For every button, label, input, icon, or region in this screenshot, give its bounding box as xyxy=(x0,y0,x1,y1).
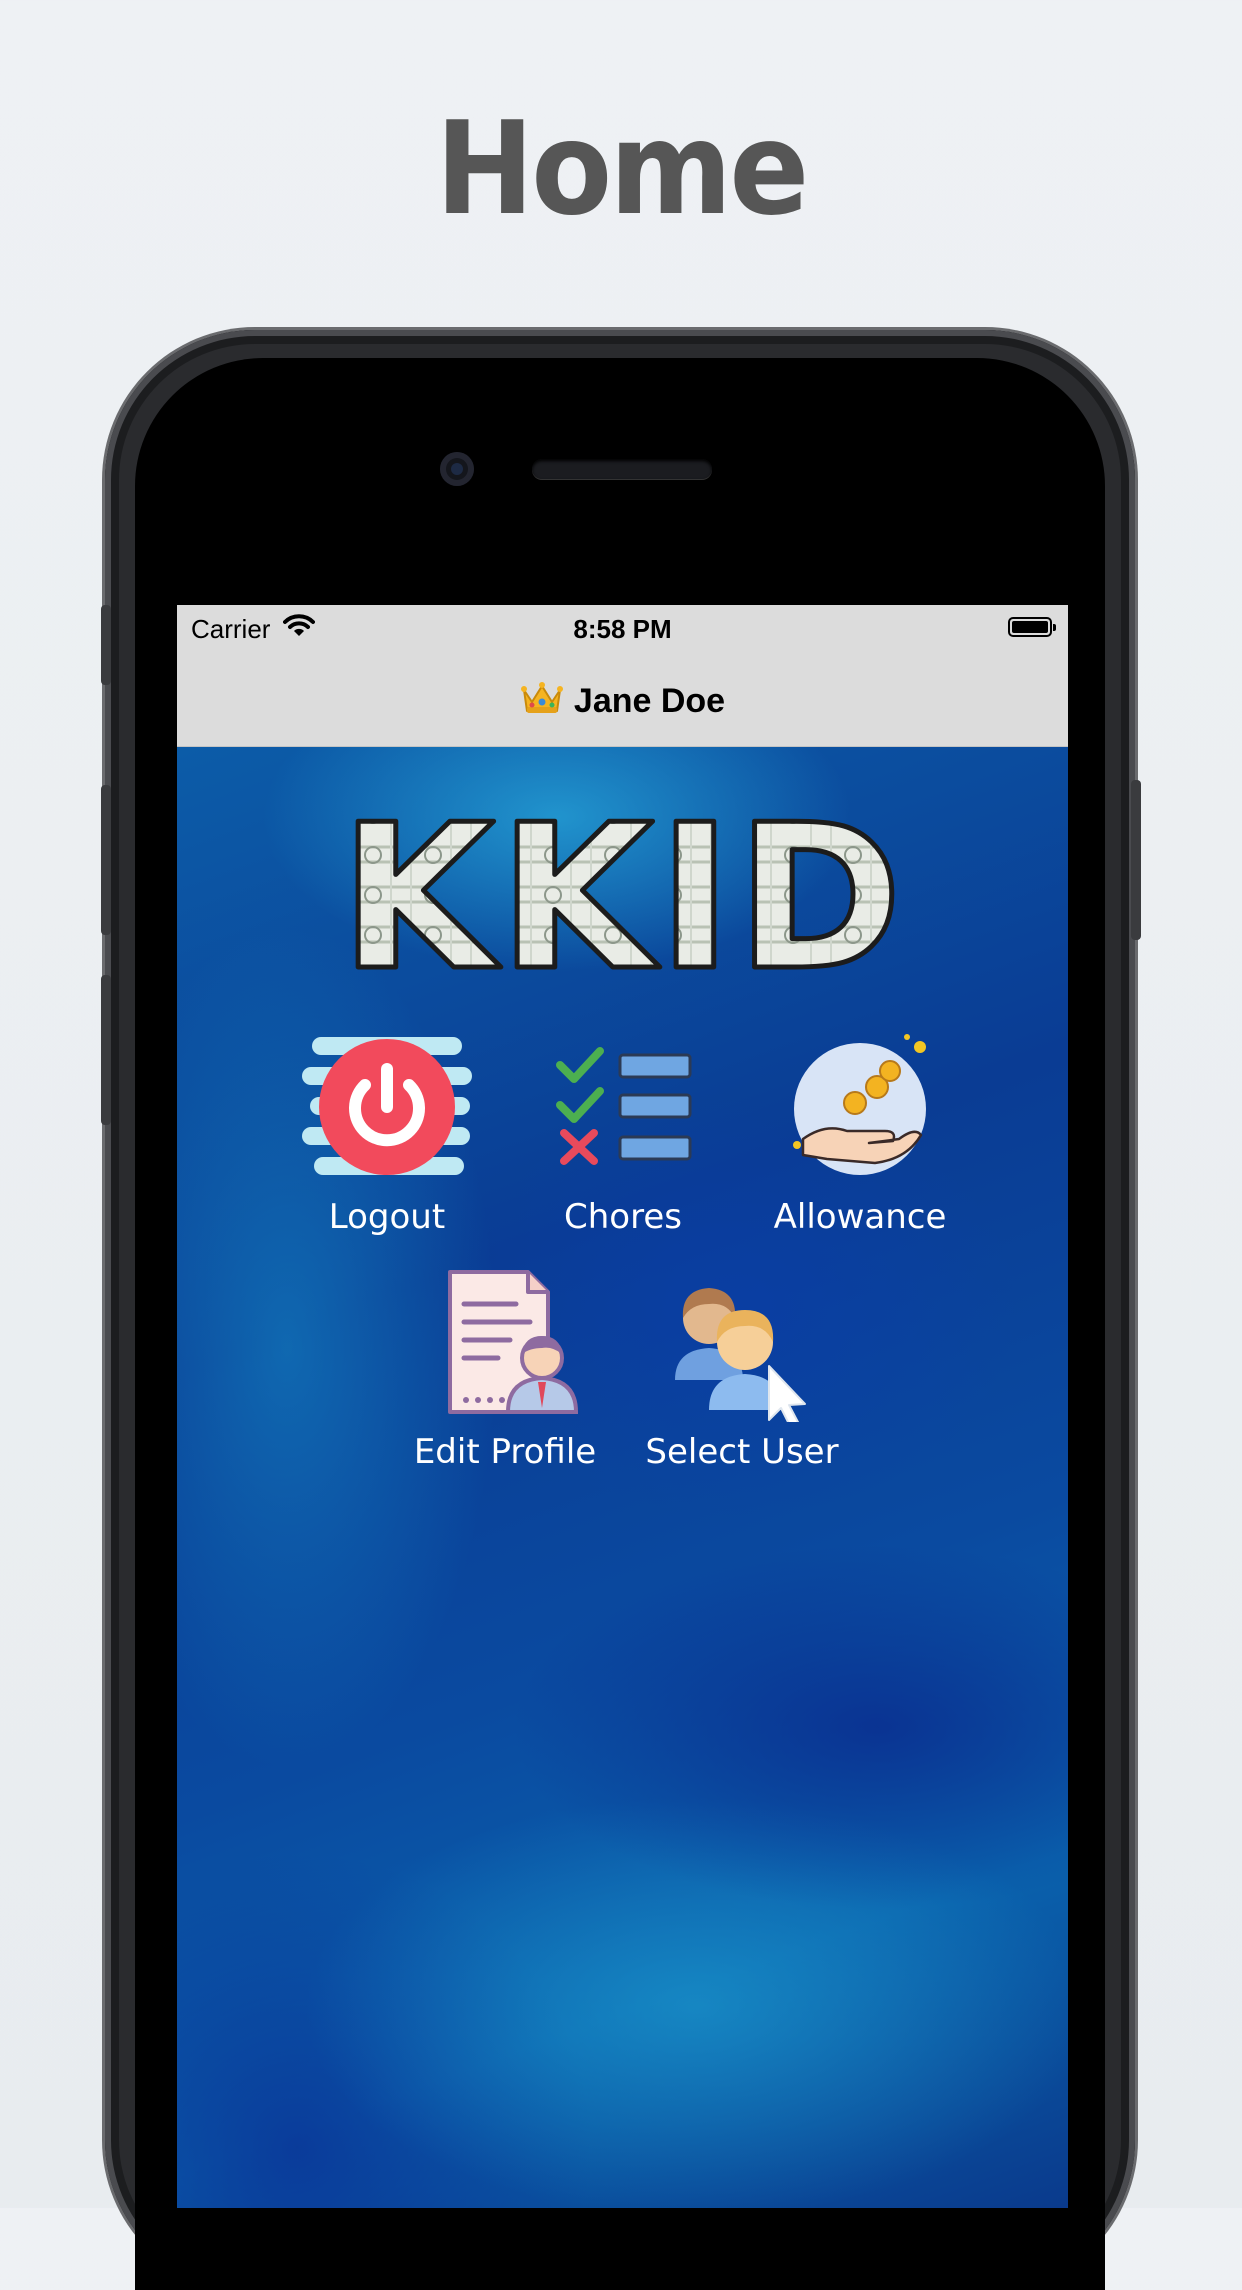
logo-text: KKID xyxy=(343,797,903,987)
front-camera xyxy=(440,452,474,486)
volume-down-button xyxy=(101,975,111,1125)
edit-profile-label: Edit Profile xyxy=(413,1432,597,1472)
mute-switch xyxy=(101,605,111,685)
navigation-bar: Jane Doe xyxy=(177,655,1068,747)
phone-screen: Carrier 8:58 PM Jane Doe KKID Logout Cho… xyxy=(177,605,1068,2208)
earpiece-speaker xyxy=(532,459,712,479)
status-time: 8:58 PM xyxy=(573,614,672,644)
allowance-button[interactable]: Allowance xyxy=(750,1027,970,1237)
home-content: KKID Logout Chores Allowance Edit Profil… xyxy=(177,747,1068,2208)
page-title: Home xyxy=(435,95,810,244)
crown-icon xyxy=(520,682,563,713)
logout-label: Logout xyxy=(328,1197,446,1237)
select-user-button[interactable]: Select User xyxy=(632,1262,852,1472)
edit-profile-button[interactable]: Edit Profile xyxy=(395,1262,615,1472)
logout-button[interactable]: Logout xyxy=(277,1027,497,1237)
checklist-icon xyxy=(556,1047,692,1165)
select-user-label: Select User xyxy=(645,1432,839,1472)
battery-icon xyxy=(1008,617,1056,637)
power-button xyxy=(1131,780,1141,940)
allowance-label: Allowance xyxy=(773,1197,947,1237)
users-cursor-icon xyxy=(675,1288,806,1422)
user-name-title: Jane Doe xyxy=(573,682,726,720)
coins-hand-icon xyxy=(793,1034,926,1175)
profile-document-icon xyxy=(448,1270,579,1414)
chores-button[interactable]: Chores xyxy=(513,1027,733,1237)
status-bar: Carrier 8:58 PM xyxy=(177,605,1068,655)
chores-label: Chores xyxy=(564,1197,682,1237)
logo-graphic: KKID xyxy=(337,780,904,1018)
kkid-logo: KKID xyxy=(177,780,1068,1018)
volume-up-button xyxy=(101,785,111,935)
power-icon xyxy=(302,1037,472,1175)
